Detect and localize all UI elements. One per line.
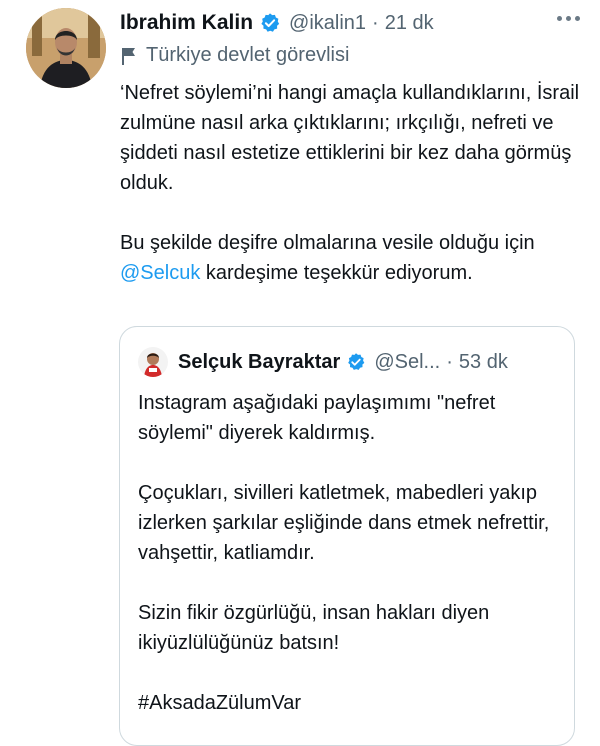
tweet-text-part1: ‘Nefret söylemi’ni hangi amaçla kullandı…: [120, 82, 580, 254]
label-text: Türkiye devlet görevlisi: [146, 44, 350, 66]
quoted-author-name[interactable]: Selçuk Bayraktar: [178, 351, 340, 374]
quoted-author-avatar[interactable]: [138, 347, 168, 377]
verified-badge-icon: [261, 13, 280, 32]
quoted-tweet[interactable]: Selçuk Bayraktar @Sel... · 53 dk Instagr…: [119, 326, 575, 746]
separator-dot: ·: [372, 11, 379, 34]
tweet-text: ‘Nefret söylemi’ni hangi amaçla kullandı…: [120, 78, 590, 288]
more-options-icon[interactable]: [557, 16, 580, 21]
quoted-timestamp[interactable]: 53 dk: [459, 351, 508, 374]
quoted-tweet-header: Selçuk Bayraktar @Sel... · 53 dk: [138, 347, 562, 377]
mention-link[interactable]: @Selcuk: [120, 262, 200, 284]
tweet-header: Ibrahim Kalin @ikalin1 · 21 dk: [120, 8, 580, 38]
flag-icon: [122, 47, 135, 65]
government-label[interactable]: Türkiye devlet görevlisi: [120, 44, 349, 67]
author-handle[interactable]: @ikalin1: [289, 12, 366, 35]
tweet[interactable]: Ibrahim Kalin @ikalin1 · 21 dk Türkiye d…: [0, 0, 600, 746]
author-name[interactable]: Ibrahim Kalin: [120, 11, 253, 35]
tweet-text-part2: kardeşime teşekkür ediyorum.: [200, 262, 473, 284]
verified-badge-icon: [348, 353, 365, 370]
separator-dot: ·: [446, 350, 453, 373]
quoted-tweet-text: Instagram aşağıdaki paylaşımımı "nefret …: [138, 392, 550, 714]
author-avatar[interactable]: [26, 8, 106, 88]
timestamp[interactable]: 21 dk: [385, 12, 434, 35]
quoted-author-handle[interactable]: @Sel...: [374, 351, 440, 374]
